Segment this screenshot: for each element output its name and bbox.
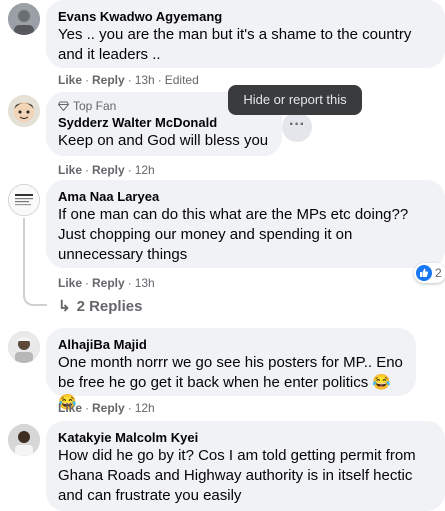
reply-button[interactable]: Reply <box>92 401 125 415</box>
reply-arrow-icon: ↳ <box>58 298 71 315</box>
comment-bubble: Evans Kwadwo Agyemang Yes .. you are the… <box>46 0 445 68</box>
reply-button[interactable]: Reply <box>92 163 125 177</box>
reply-button[interactable]: Reply <box>92 276 125 290</box>
avatar[interactable] <box>8 3 40 35</box>
comment-timestamp[interactable]: 12h <box>135 401 155 415</box>
tooltip-text: Hide or report this <box>243 92 347 107</box>
comment-author[interactable]: Evans Kwadwo Agyemang <box>58 8 433 25</box>
comment-actions: Like · Reply · 13h · Edited <box>58 73 199 87</box>
comment-timestamp[interactable]: 13h <box>135 73 155 87</box>
comment-author[interactable]: AlhajiBa Majid <box>58 336 404 353</box>
diamond-icon <box>57 101 70 112</box>
like-button[interactable]: Like <box>58 73 82 87</box>
like-button[interactable]: Like <box>58 163 82 177</box>
comment-text: Keep on and God will bless you <box>58 132 269 149</box>
comment-actions: Like · Reply · 12h <box>58 401 155 415</box>
edited-label: Edited <box>164 73 199 87</box>
avatar[interactable] <box>8 184 40 216</box>
reaction-count: 2 <box>435 266 442 280</box>
comment-text: If one man can do this what are the MPs … <box>58 206 409 263</box>
like-button[interactable]: Like <box>58 401 82 415</box>
comment-actions: Like · Reply · 13h <box>58 276 155 290</box>
comment-author[interactable]: Sydderz Walter McDonald <box>58 114 270 131</box>
comment-text: Yes .. you are the man but it's a shame … <box>58 26 412 63</box>
like-button[interactable]: Like <box>58 276 82 290</box>
avatar[interactable] <box>8 95 40 127</box>
top-fan-label: Top Fan <box>73 99 117 113</box>
comment-bubble: Ama Naa Laryea If one man can do this wh… <box>46 180 445 268</box>
reply-button[interactable]: Reply <box>92 73 125 87</box>
more-dots-icon: ··· <box>289 116 305 133</box>
view-replies-link[interactable]: ↳ 2 Replies <box>58 297 142 315</box>
comment-actions: Like · Reply · 12h <box>58 163 155 177</box>
replies-count: 2 Replies <box>76 298 143 315</box>
comment-timestamp[interactable]: 13h <box>135 276 155 290</box>
comment-timestamp[interactable]: 12h <box>135 163 155 177</box>
comment-text: How did he go by it? Cos I am told getti… <box>58 447 416 504</box>
tooltip: Hide or report this <box>228 85 362 115</box>
comment-author[interactable]: Katakyie Malcolm Kyei <box>58 429 433 446</box>
like-reaction-icon <box>416 265 432 281</box>
avatar[interactable] <box>8 331 40 363</box>
avatar[interactable] <box>8 424 40 456</box>
comment-bubble: Katakyie Malcolm Kyei How did he go by i… <box>46 421 445 511</box>
thread-connector <box>23 288 47 306</box>
thread-line <box>23 218 25 288</box>
comment-bubble: AlhajiBa Majid One month norrr we go see… <box>46 328 416 411</box>
more-options-button[interactable]: ··· <box>282 112 312 142</box>
comment-author[interactable]: Ama Naa Laryea <box>58 188 433 205</box>
reaction-summary[interactable]: 2 <box>414 263 445 283</box>
